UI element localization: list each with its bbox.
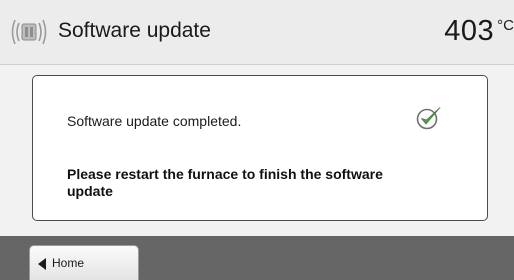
status-message: Software update completed. <box>67 113 242 129</box>
header-bar: Software update 403 °C <box>0 0 514 65</box>
temperature-display: 403 °C <box>444 14 514 48</box>
page-title: Software update <box>58 19 211 42</box>
restart-instruction: Please restart the furnace to finish the… <box>67 166 383 199</box>
message-dialog: Software update completed. Please restar… <box>32 75 488 221</box>
furnace-icon <box>9 17 49 47</box>
temperature-unit: °C <box>497 17 514 34</box>
temperature-value: 403 <box>444 15 495 47</box>
home-button[interactable]: Home <box>29 245 139 280</box>
arrow-left-icon <box>38 258 46 270</box>
home-button-label: Home <box>52 256 85 270</box>
checkmark-icon <box>415 105 443 131</box>
